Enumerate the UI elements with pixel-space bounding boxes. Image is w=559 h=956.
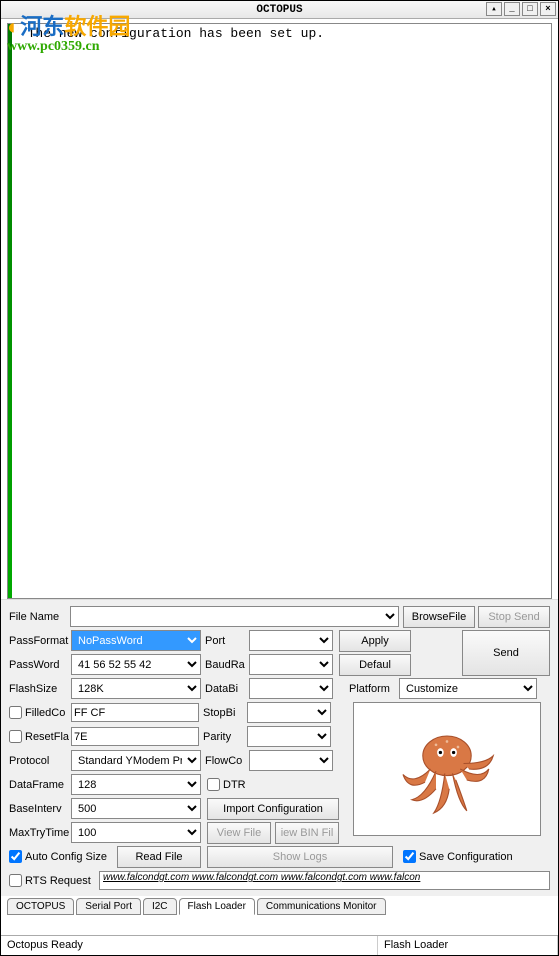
ribbon-decoration	[8, 24, 12, 598]
baudrate-select[interactable]	[249, 654, 333, 675]
stopbits-select[interactable]	[247, 702, 331, 723]
stop-send-button[interactable]: Stop Send	[478, 606, 550, 628]
status-left: Octopus Ready	[1, 936, 378, 955]
baseinterval-select[interactable]: 500	[71, 798, 201, 819]
default-button[interactable]: Defaul	[339, 654, 411, 676]
file-name-label: File Name	[9, 611, 70, 623]
rts-label: RTS Request	[25, 875, 91, 887]
octopus-image	[353, 702, 541, 836]
save-config-label: Save Configuration	[419, 851, 513, 863]
console-text: The new configuration has been set up.	[8, 24, 551, 43]
password-label: PassWord	[9, 659, 71, 671]
tab-octopus[interactable]: OCTOPUS	[7, 898, 74, 915]
file-name-select[interactable]	[70, 606, 399, 627]
stopbits-label: StopBi	[203, 707, 247, 719]
password-select[interactable]: 41 56 52 55 42	[71, 654, 201, 675]
maxtrytime-label: MaxTryTime	[9, 827, 71, 839]
platform-select[interactable]: Customize	[399, 678, 537, 699]
passformat-select[interactable]: NoPassWord	[71, 630, 201, 651]
parity-select[interactable]	[247, 726, 331, 747]
databits-label: DataBi	[205, 683, 249, 695]
status-bar: Octopus Ready Flash Loader	[1, 935, 558, 955]
close-button[interactable]: ×	[540, 2, 556, 16]
minimize-button[interactable]: _	[504, 2, 520, 16]
tab-comm-monitor[interactable]: Communications Monitor	[257, 898, 386, 915]
auto-config-checkbox[interactable]	[9, 850, 22, 863]
dataframe-select[interactable]: 128	[71, 774, 201, 795]
filledcode-input[interactable]	[71, 703, 199, 722]
passformat-label: PassFormat	[9, 635, 71, 647]
flowcontrol-select[interactable]	[249, 750, 333, 771]
flowcontrol-label: FlowCo	[205, 755, 249, 767]
rts-checkbox[interactable]	[9, 874, 22, 887]
title-bar: OCTOPUS ▴ _ □ ×	[1, 1, 558, 19]
databits-select[interactable]	[249, 678, 333, 699]
tab-i2c[interactable]: I2C	[143, 898, 177, 915]
resetflag-checkbox[interactable]	[9, 730, 22, 743]
filledcode-label: FilledCo	[25, 707, 65, 719]
roll-up-button[interactable]: ▴	[486, 2, 502, 16]
auto-config-label: Auto Config Size	[25, 851, 107, 863]
tab-flash-loader[interactable]: Flash Loader	[179, 898, 255, 915]
port-label: Port	[205, 635, 249, 647]
baudrate-label: BaudRa	[205, 659, 249, 671]
view-bin-button[interactable]: iew BIN Fil	[275, 822, 339, 844]
flashsize-label: FlashSize	[9, 683, 71, 695]
flashsize-select[interactable]: 128K	[71, 678, 201, 699]
apply-button[interactable]: Apply	[339, 630, 411, 652]
console-output[interactable]: The new configuration has been set up.	[7, 23, 552, 599]
maximize-button[interactable]: □	[522, 2, 538, 16]
configuration-form: File Name BrowseFile Stop Send PassForma…	[1, 599, 558, 896]
parity-label: Parity	[203, 731, 247, 743]
resetflag-input[interactable]	[71, 727, 199, 746]
protocol-select[interactable]: Standard YModem Protoc	[71, 750, 201, 771]
tab-bar: OCTOPUS Serial Port I2C Flash Loader Com…	[7, 898, 552, 915]
octopus-icon	[392, 714, 502, 824]
resetflag-label: ResetFla	[25, 731, 69, 743]
show-logs-button[interactable]: Show Logs	[207, 846, 393, 868]
window-title: OCTOPUS	[256, 4, 302, 16]
tab-serial-port[interactable]: Serial Port	[76, 898, 141, 915]
baseinterval-label: BaseInterv	[9, 803, 71, 815]
url-display[interactable]: www.falcondgt.com www.falcondgt.com www.…	[99, 871, 550, 890]
maxtrytime-select[interactable]: 100	[71, 822, 201, 843]
send-button[interactable]: Send	[462, 630, 550, 676]
port-select[interactable]	[249, 630, 333, 651]
read-file-button[interactable]: Read File	[117, 846, 201, 868]
browse-file-button[interactable]: BrowseFile	[403, 606, 475, 628]
platform-label: Platform	[349, 683, 399, 695]
save-config-checkbox[interactable]	[403, 850, 416, 863]
view-file-button[interactable]: View File	[207, 822, 271, 844]
filledcode-checkbox[interactable]	[9, 706, 22, 719]
protocol-label: Protocol	[9, 755, 71, 767]
import-config-button[interactable]: Import Configuration	[207, 798, 339, 820]
dataframe-label: DataFrame	[9, 779, 71, 791]
status-right: Flash Loader	[378, 936, 558, 955]
dtr-label: DTR	[223, 779, 246, 791]
dtr-checkbox[interactable]	[207, 778, 220, 791]
